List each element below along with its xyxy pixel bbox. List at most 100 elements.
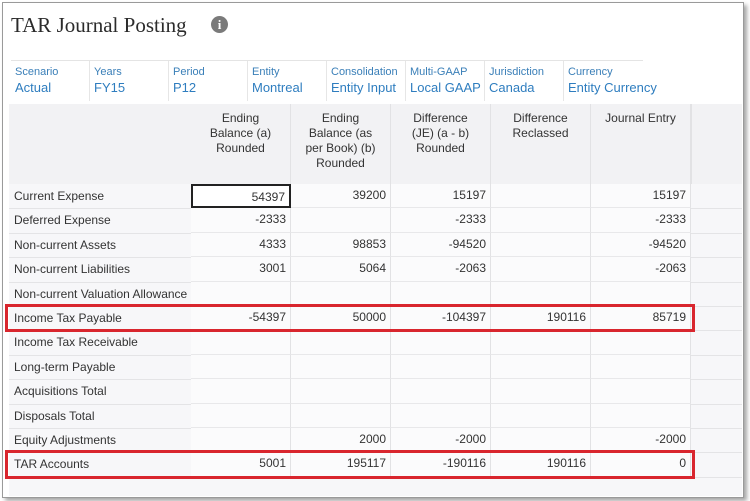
data-cell[interactable]: -94520	[591, 232, 691, 258]
pov-dimension-label: Consolidation	[331, 66, 398, 78]
pov-item-currency[interactable]: Currency Entity Currency	[564, 61, 657, 101]
data-cell[interactable]	[191, 428, 291, 453]
data-cell[interactable]: -104397	[391, 306, 491, 331]
data-cell[interactable]	[391, 281, 491, 306]
column-header: Ending Balance (a) Rounded	[191, 104, 291, 184]
row-label[interactable]: Non-current Assets	[14, 238, 116, 252]
data-cell[interactable]: -2333	[391, 208, 491, 233]
row-label[interactable]: Deferred Expense	[14, 213, 111, 227]
data-cell[interactable]	[491, 184, 591, 209]
data-cell[interactable]	[491, 403, 591, 428]
data-cell[interactable]: 3001	[191, 257, 291, 282]
row-label[interactable]: Non-current Valuation Allowance	[14, 287, 187, 301]
data-cell[interactable]	[391, 354, 491, 380]
data-cell[interactable]: -2333	[591, 208, 691, 233]
data-cell[interactable]: 15197	[591, 184, 691, 209]
pov-member-link[interactable]: Entity Currency	[568, 79, 657, 96]
row-label[interactable]: Long-term Payable	[14, 360, 115, 374]
pov-item-period[interactable]: Period P12	[169, 61, 248, 101]
data-cell[interactable]: 195117	[291, 452, 391, 477]
data-cell[interactable]: -2333	[191, 208, 291, 233]
data-cell[interactable]: -2000	[591, 428, 691, 453]
data-cell[interactable]	[491, 232, 591, 258]
data-cell[interactable]	[191, 379, 291, 404]
data-cell[interactable]	[491, 208, 591, 233]
data-cell[interactable]: -2063	[591, 257, 691, 282]
data-cell[interactable]: -94520	[391, 232, 491, 258]
pov-member-link[interactable]: Local GAAP	[410, 79, 484, 96]
pov-member-link[interactable]: FY15	[94, 79, 168, 96]
data-cell[interactable]: 190116	[491, 452, 591, 477]
data-cell[interactable]: 2000	[291, 428, 391, 453]
data-cell[interactable]: 5001	[191, 452, 291, 477]
data-cell[interactable]	[191, 281, 291, 306]
row-label[interactable]: Acquisitions Total	[14, 384, 107, 398]
data-cell[interactable]	[591, 281, 691, 306]
data-cell[interactable]	[291, 208, 391, 233]
row-label[interactable]: Current Expense	[14, 189, 104, 203]
column-divider	[691, 104, 692, 184]
data-cell[interactable]	[391, 379, 491, 404]
data-cell[interactable]	[391, 330, 491, 355]
data-cell[interactable]	[191, 354, 291, 380]
row-label[interactable]: Equity Adjustments	[14, 433, 116, 447]
pov-bar: Scenario Actual Years FY15 Period P12 Entity Mo…	[11, 60, 657, 101]
pov-item-jurisdiction[interactable]: Jurisdiction Canada	[485, 61, 564, 101]
row-label[interactable]: Income Tax Payable	[14, 311, 122, 325]
data-cell[interactable]: 0	[591, 452, 691, 477]
data-cell[interactable]	[591, 403, 691, 428]
data-cell[interactable]: 39200	[291, 184, 391, 209]
row-label[interactable]: TAR Accounts	[14, 457, 89, 471]
column-header: Difference (JE) (a - b) Rounded	[391, 104, 491, 184]
pov-member-link[interactable]: Canada	[489, 79, 563, 96]
data-cell[interactable]: 190116	[491, 306, 591, 331]
data-cell[interactable]	[491, 281, 591, 306]
pov-member-link[interactable]: Actual	[15, 79, 89, 96]
row-label[interactable]: Non-current Liabilities	[14, 262, 130, 276]
row-label[interactable]: Income Tax Receivable	[14, 335, 138, 349]
column-header: Difference Reclassed	[491, 104, 591, 184]
data-cell[interactable]: -190116	[391, 452, 491, 477]
data-cell[interactable]	[491, 330, 591, 355]
pov-item-years[interactable]: Years FY15	[90, 61, 169, 101]
pov-member-link[interactable]: Entity Input	[331, 79, 405, 96]
data-cell[interactable]: -54397	[191, 306, 291, 331]
data-cell[interactable]: 98853	[291, 232, 391, 258]
pov-item-entity[interactable]: Entity Montreal	[248, 61, 327, 101]
data-cell[interactable]	[591, 354, 691, 380]
data-cell[interactable]: 4333	[191, 232, 291, 258]
row-label[interactable]: Disposals Total	[14, 409, 94, 423]
data-cell[interactable]	[191, 403, 291, 428]
data-cell[interactable]	[291, 379, 391, 404]
data-cell[interactable]	[491, 354, 591, 380]
data-cell[interactable]: 50000	[291, 306, 391, 331]
data-cell[interactable]	[491, 428, 591, 453]
data-cell[interactable]	[291, 330, 391, 355]
data-cell[interactable]: 54397	[191, 184, 291, 209]
data-cell[interactable]: 5064	[291, 257, 391, 282]
data-cell[interactable]: -2063	[391, 257, 491, 282]
data-cell[interactable]	[491, 257, 591, 282]
data-cell[interactable]	[191, 330, 291, 355]
data-cell[interactable]	[291, 403, 391, 428]
column-header: Journal Entry	[591, 104, 691, 184]
data-cell[interactable]: -2000	[391, 428, 491, 453]
pov-dimension-label: Scenario	[15, 66, 59, 78]
data-cell[interactable]	[591, 379, 691, 404]
pov-member-link[interactable]: Montreal	[252, 79, 326, 96]
pov-item-multi-gaap[interactable]: Multi-GAAP Local GAAP	[406, 61, 485, 101]
info-icon[interactable]: i	[211, 16, 228, 33]
data-cell[interactable]: 85719	[591, 306, 691, 331]
pov-member-link[interactable]: P12	[173, 79, 247, 96]
pov-item-scenario[interactable]: Scenario Actual	[11, 61, 90, 101]
tar-journal-posting-window: TAR Journal Posting i Scenario Actual Year…	[2, 2, 744, 498]
data-cell[interactable]	[291, 281, 391, 306]
pov-dimension-label: Period	[173, 66, 205, 78]
row-divider	[9, 476, 742, 478]
data-cell[interactable]	[591, 330, 691, 355]
data-cell[interactable]: 15197	[391, 184, 491, 209]
pov-item-consolidation[interactable]: Consolidation Entity Input	[327, 61, 406, 101]
data-cell[interactable]	[491, 379, 591, 404]
data-cell[interactable]	[291, 354, 391, 380]
data-cell[interactable]	[391, 403, 491, 428]
